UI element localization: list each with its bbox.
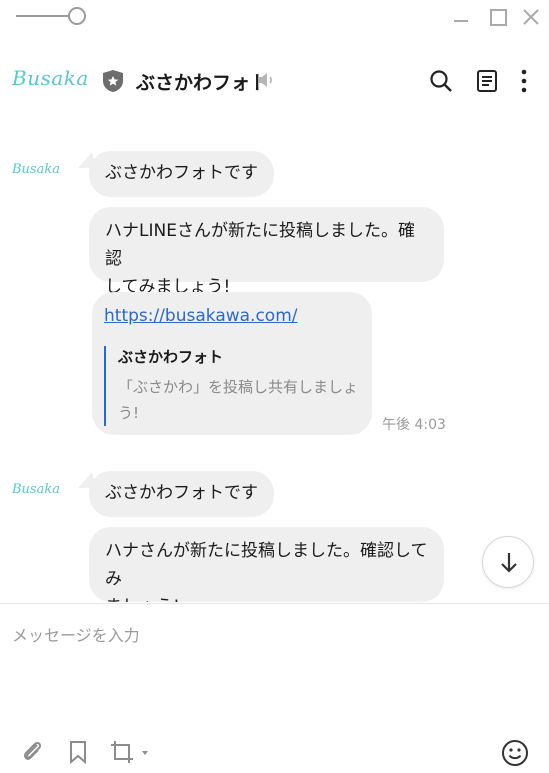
- maximize-icon[interactable]: [486, 6, 508, 28]
- message-input[interactable]: [12, 622, 532, 722]
- room-title: ぶさかわフォト: [136, 72, 270, 94]
- opacity-slider-track: [16, 15, 70, 17]
- minimize-icon[interactable]: [450, 6, 472, 28]
- message-list[interactable]: Busaka ぶさかわフォトです ハナLINEさんが新たに投稿しました。確認 し…: [0, 114, 549, 602]
- link-preview[interactable]: ぶさかわフォト 「ぶさかわ」を投稿し共有しましょ う!: [104, 346, 360, 426]
- title-bar: [0, 0, 549, 34]
- sender-avatar[interactable]: Busaka: [12, 482, 60, 497]
- preview-desc-line: う!: [118, 404, 140, 422]
- arrow-down-icon: [501, 553, 517, 573]
- room-logo: Busaka: [12, 66, 89, 90]
- message-text-line: ましょう!: [105, 593, 428, 602]
- speaker-icon[interactable]: [256, 70, 278, 90]
- link-preview-title: ぶさかわフォト: [118, 348, 224, 366]
- crop-icon[interactable]: [108, 738, 152, 766]
- scroll-to-bottom-button[interactable]: [482, 536, 534, 588]
- message-text-line: ハナLINEさんが新たに投稿しました。確認: [105, 221, 415, 269]
- more-icon[interactable]: [512, 68, 538, 94]
- message-bubble[interactable]: ぶさかわフォトです: [89, 471, 274, 517]
- message-link[interactable]: https://busakawa.com/: [104, 306, 298, 326]
- message-bubble[interactable]: ハナさんが新たに投稿しました。確認してみ ましょう!: [89, 527, 444, 602]
- shield-icon: [102, 69, 124, 93]
- notes-icon[interactable]: [474, 68, 500, 94]
- message-composer: [0, 603, 549, 773]
- paperclip-icon[interactable]: [18, 738, 46, 766]
- message-text: ぶさかわフォトです: [105, 163, 258, 183]
- chat-header: Busaka ぶさかわフォト: [0, 48, 549, 114]
- window-opacity-slider[interactable]: [16, 6, 86, 26]
- close-icon[interactable]: [520, 6, 542, 28]
- link-message-bubble[interactable]: https://busakawa.com/ ぶさかわフォト 「ぶさかわ」を投稿し…: [92, 292, 372, 435]
- message-bubble[interactable]: ハナLINEさんが新たに投稿しました。確認 してみましょう!: [89, 207, 444, 297]
- link-preview-description: 「ぶさかわ」を投稿し共有しましょ う!: [118, 374, 360, 426]
- search-icon[interactable]: [428, 68, 454, 94]
- message-bubble[interactable]: ぶさかわフォトです: [89, 151, 274, 197]
- bookmark-icon[interactable]: [64, 738, 92, 766]
- message-text-line: ハナさんが新たに投稿しました。確認してみ: [105, 541, 428, 589]
- opacity-slider-knob[interactable]: [68, 7, 86, 25]
- message-text: ぶさかわフォトです: [105, 483, 258, 503]
- emoji-icon[interactable]: [500, 738, 528, 766]
- sender-avatar[interactable]: Busaka: [12, 162, 60, 177]
- preview-desc-line: 「ぶさかわ」を投稿し共有しましょ: [118, 378, 359, 396]
- message-timestamp: 午後 4:03: [382, 417, 446, 433]
